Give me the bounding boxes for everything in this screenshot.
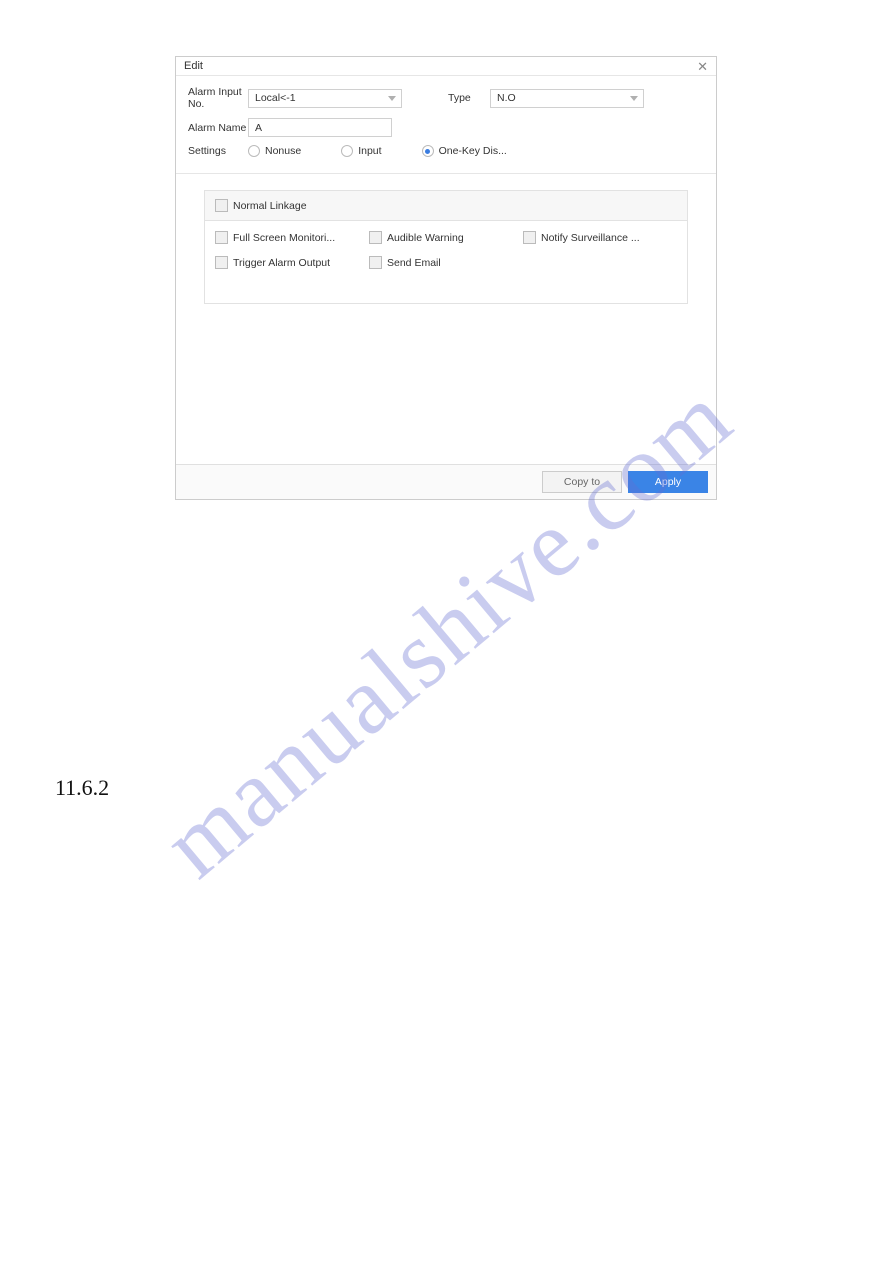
dialog-titlebar: Edit ✕ xyxy=(176,57,716,76)
type-label: Type xyxy=(448,92,490,104)
checkbox-trigger[interactable] xyxy=(215,256,228,269)
dialog-title: Edit xyxy=(184,60,203,72)
alarm-name-input[interactable] xyxy=(248,118,392,137)
settings-radio-input[interactable]: Input xyxy=(341,145,381,157)
dialog-footer: Copy to Apply xyxy=(176,464,716,499)
audible-label: Audible Warning xyxy=(387,232,464,244)
settings-radio-nonuse[interactable]: Nonuse xyxy=(248,145,301,157)
radio-label-nonuse: Nonuse xyxy=(265,145,301,157)
radio-icon xyxy=(248,145,260,157)
linkage-panel: Normal Linkage Full Screen Monitori... A… xyxy=(204,190,688,304)
edit-dialog: Edit ✕ Alarm Input No. Local<-1 Type N.O… xyxy=(175,56,717,500)
radio-label-input: Input xyxy=(358,145,381,157)
dialog-spacer xyxy=(176,304,716,464)
notify-label: Notify Surveillance ... xyxy=(541,232,640,244)
apply-button[interactable]: Apply xyxy=(628,471,708,493)
alarm-name-label: Alarm Name xyxy=(188,122,248,134)
checkbox-full-screen[interactable] xyxy=(215,231,228,244)
type-value: N.O xyxy=(497,92,516,104)
checkbox-normal-linkage[interactable] xyxy=(215,199,228,212)
checkbox-audible[interactable] xyxy=(369,231,382,244)
alarm-input-no-label: Alarm Input No. xyxy=(188,86,248,110)
linkage-header: Normal Linkage xyxy=(205,191,687,221)
section-number: 11.6.2 xyxy=(55,775,109,801)
settings-label: Settings xyxy=(188,145,248,157)
email-label: Send Email xyxy=(387,257,441,269)
type-select[interactable]: N.O xyxy=(490,89,644,108)
radio-icon xyxy=(341,145,353,157)
normal-linkage-label: Normal Linkage xyxy=(233,200,307,212)
alarm-input-no-value: Local<-1 xyxy=(255,92,296,104)
checkbox-notify[interactable] xyxy=(523,231,536,244)
settings-radio-onekey[interactable]: One-Key Dis... xyxy=(422,145,507,157)
checkbox-email[interactable] xyxy=(369,256,382,269)
close-icon[interactable]: ✕ xyxy=(697,60,708,73)
copy-to-button[interactable]: Copy to xyxy=(542,471,622,493)
alarm-input-no-select[interactable]: Local<-1 xyxy=(248,89,402,108)
radio-icon xyxy=(422,145,434,157)
linkage-body: Full Screen Monitori... Audible Warning … xyxy=(205,221,687,303)
full-screen-label: Full Screen Monitori... xyxy=(233,232,335,244)
form-area: Alarm Input No. Local<-1 Type N.O Alarm … xyxy=(176,76,716,174)
radio-label-onekey: One-Key Dis... xyxy=(439,145,507,157)
trigger-label: Trigger Alarm Output xyxy=(233,257,330,269)
